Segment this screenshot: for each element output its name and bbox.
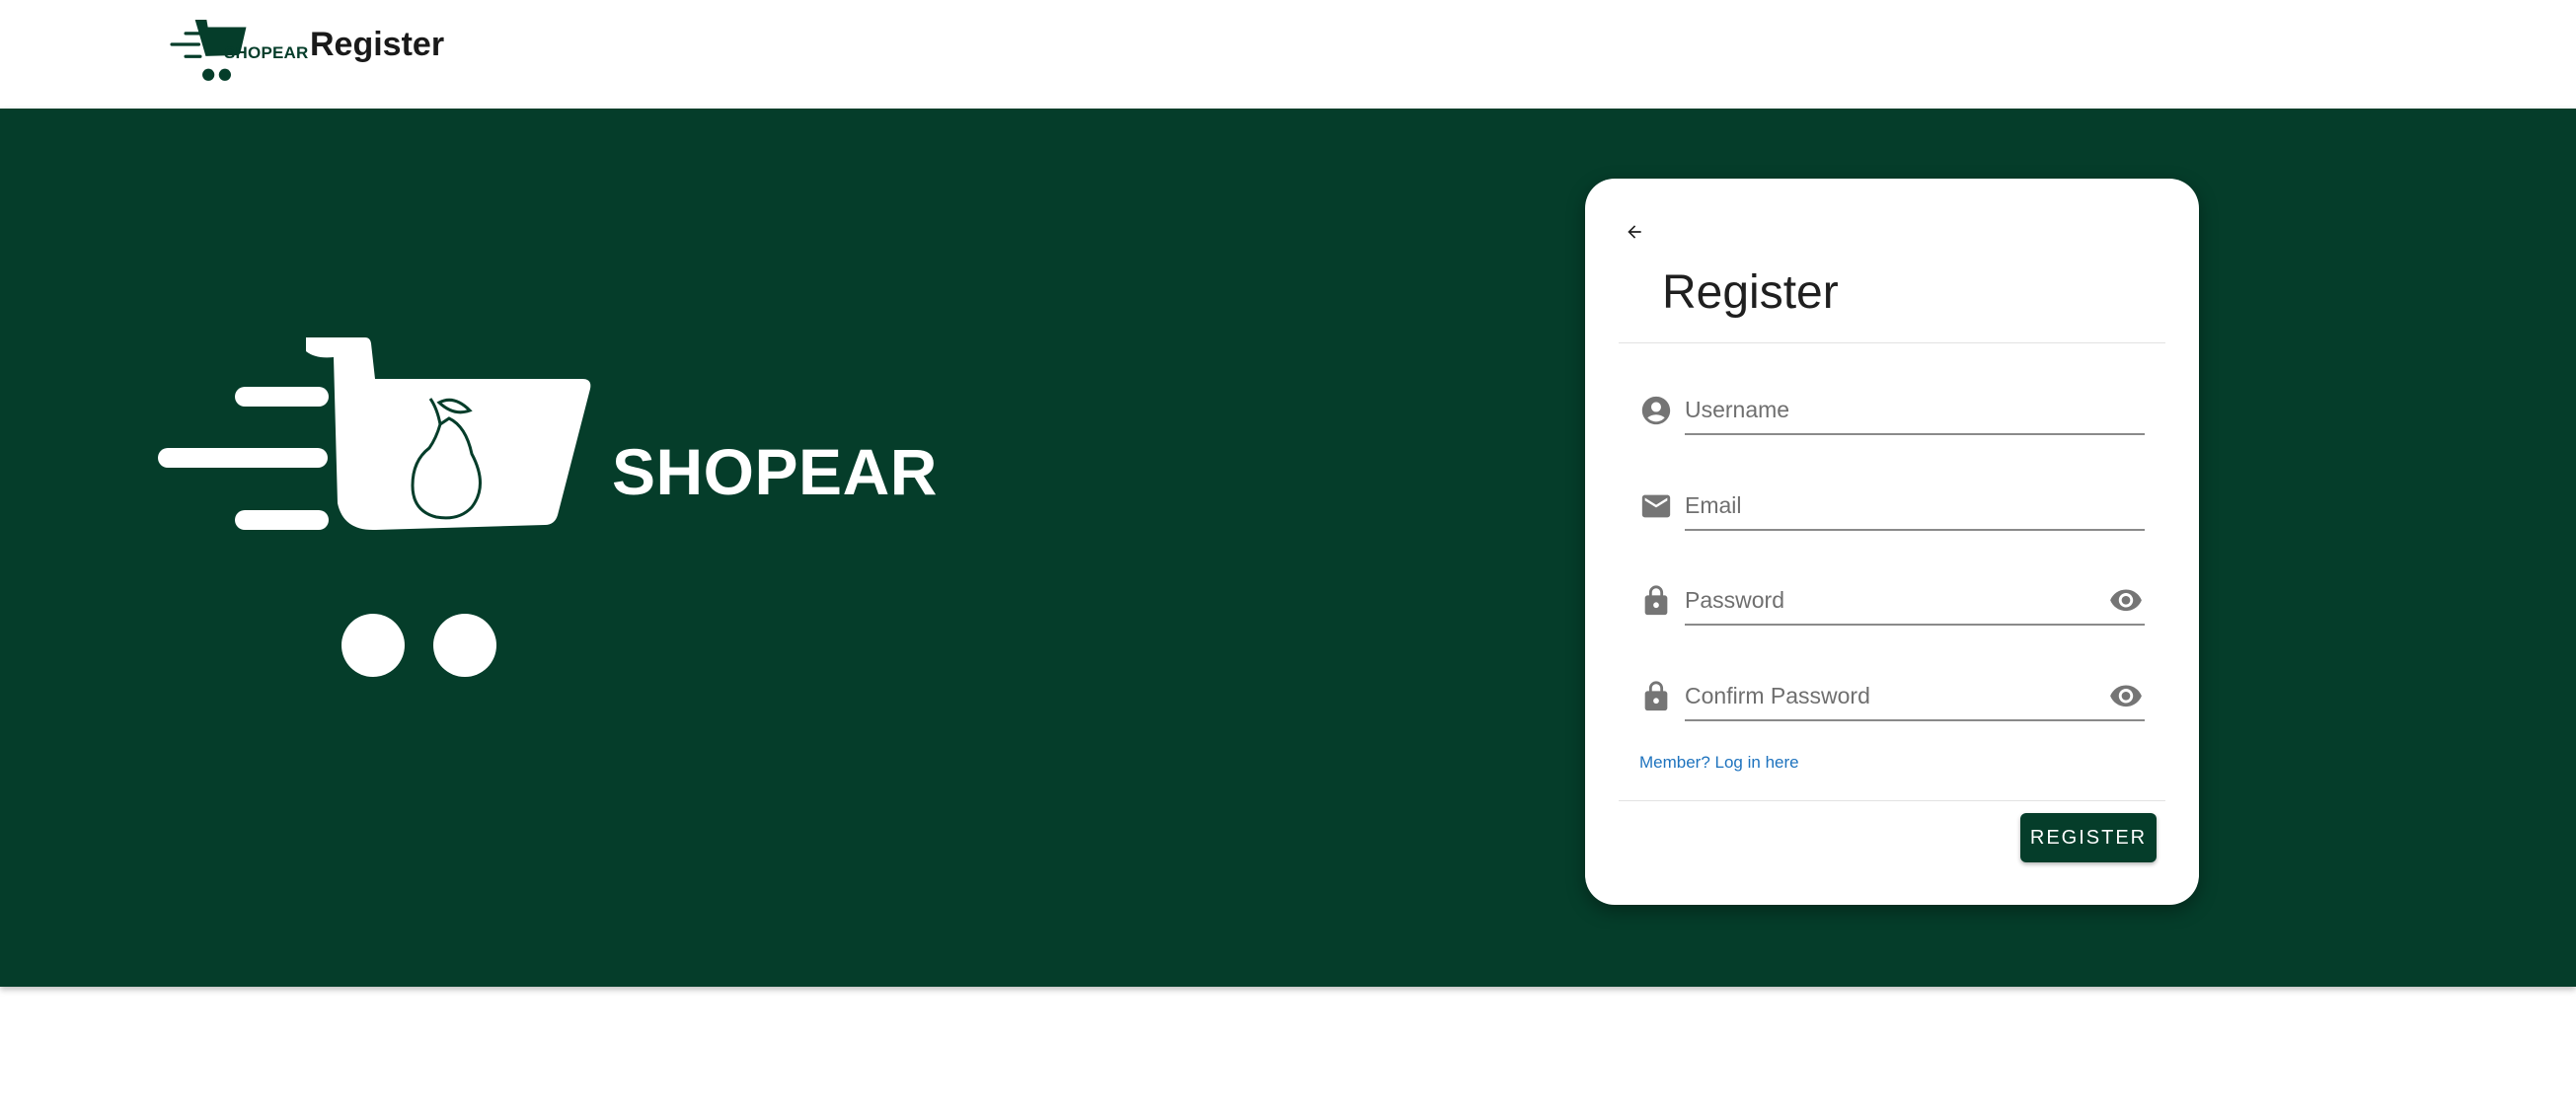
lock-icon (1644, 585, 1668, 616)
password-field-group (1639, 570, 2145, 630)
username-field-group (1639, 380, 2145, 439)
hero-brand-name: SHOPEAR (612, 435, 938, 508)
email-input[interactable] (1685, 482, 2145, 531)
shopping-cart-pear-icon (158, 337, 591, 677)
header-logo-text: SHOPEAR (224, 43, 309, 62)
title-divider (1619, 342, 2165, 343)
username-input[interactable] (1685, 386, 2145, 435)
email-field-group (1639, 476, 2145, 535)
account-circle-icon (1641, 396, 1671, 425)
mail-icon (1641, 494, 1671, 518)
password-input[interactable] (1685, 576, 2145, 626)
login-link[interactable]: Member? Log in here (1639, 753, 1799, 773)
app-header: SHOPEAR Register (0, 0, 2576, 109)
actions-divider (1619, 800, 2165, 801)
back-button[interactable] (1615, 212, 1654, 252)
register-card: Register Member? Log in here REGISTER (1585, 179, 2199, 905)
eye-icon[interactable] (2108, 588, 2144, 614)
arrow-left-icon (1628, 225, 1641, 239)
lock-icon (1644, 681, 1668, 711)
confirm-password-field-group (1639, 666, 2145, 725)
page-title: Register (310, 26, 445, 63)
register-button[interactable]: REGISTER (2020, 813, 2157, 862)
eye-icon[interactable] (2108, 684, 2144, 709)
confirm-password-input[interactable] (1685, 672, 2145, 721)
register-title: Register (1662, 266, 1839, 319)
